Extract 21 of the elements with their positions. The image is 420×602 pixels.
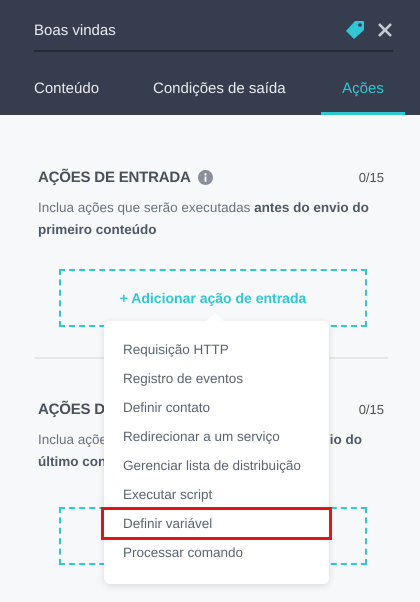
info-icon[interactable] — [198, 170, 213, 184]
tab[interactable]: Condições de saída — [153, 65, 321, 115]
tag-icon[interactable] — [345, 20, 365, 40]
section-title: AÇÕES D — [38, 400, 105, 418]
section-description: Inclua ações que serão executadas antes do envio do primeiro conteúdo — [38, 199, 370, 239]
tab[interactable]: Conteúdo — [34, 65, 153, 115]
tab[interactable]: Ações — [321, 65, 405, 115]
description-fragment: io do — [330, 431, 362, 449]
menu-item[interactable]: Registro de eventos — [104, 364, 329, 393]
menu-item[interactable]: Redirecionar a um serviço — [104, 422, 329, 451]
close-icon[interactable] — [377, 22, 393, 38]
menu-item[interactable]: Requisição HTTP — [104, 335, 329, 364]
action-count: 0/15 — [358, 170, 384, 184]
menu-item[interactable]: Processar comando — [104, 538, 329, 567]
menu-item[interactable]: Gerenciar lista de distribuição — [104, 451, 329, 480]
action-count: 0/15 — [358, 402, 384, 416]
flow-title[interactable]: Boas vindas — [34, 22, 345, 38]
menu-item[interactable]: Definir contato — [104, 393, 329, 422]
menu-item[interactable]: Executar script — [104, 480, 329, 509]
menu-item[interactable]: Definir variável — [103, 509, 330, 538]
section-title: AÇÕES DE ENTRADA — [38, 168, 191, 186]
